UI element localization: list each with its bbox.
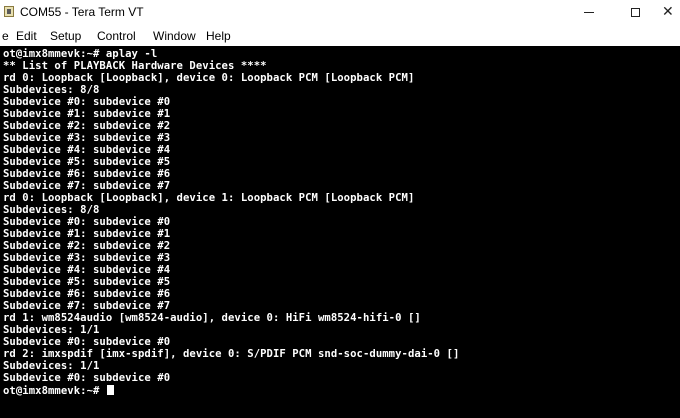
terminal-line: Subdevice #7: subdevice #7	[3, 180, 171, 192]
window-title: COM55 - Tera Term VT	[20, 5, 144, 19]
terminal-screen[interactable]: ot@imx8mmevk:~# aplay -l ** List of PLAY…	[0, 46, 680, 418]
close-button[interactable]: ✕	[657, 0, 680, 24]
terminal-line: Subdevices: 8/8	[3, 204, 100, 216]
terminal-line: Subdevice #3: subdevice #3	[3, 132, 171, 144]
terminal-line: Subdevice #7: subdevice #7	[3, 300, 171, 312]
terminal-line: Subdevice #2: subdevice #2	[3, 120, 171, 132]
terminal-line: Subdevice #6: subdevice #6	[3, 168, 171, 180]
minimize-button[interactable]	[566, 0, 612, 24]
menu-control[interactable]: Control	[97, 29, 136, 43]
menu-help[interactable]: Help	[206, 29, 231, 43]
terminal-prompt-line[interactable]: ot@imx8mmevk:~#	[3, 385, 114, 397]
close-icon: ✕	[662, 4, 674, 20]
terminal-line: Subdevice #4: subdevice #4	[3, 264, 171, 276]
terminal-line: Subdevices: 8/8	[3, 84, 100, 96]
terminal-line: Subdevice #3: subdevice #3	[3, 252, 171, 264]
terminal-line: Subdevice #5: subdevice #5	[3, 156, 171, 168]
terminal-line: Subdevice #2: subdevice #2	[3, 240, 171, 252]
terminal-line: Subdevice #6: subdevice #6	[3, 288, 171, 300]
terminal-line: Subdevice #1: subdevice #1	[3, 108, 171, 120]
minimize-icon	[584, 11, 594, 13]
menu-file[interactable]: e	[2, 29, 9, 43]
menu-setup[interactable]: Setup	[50, 29, 81, 43]
maximize-button[interactable]	[612, 0, 658, 24]
maximize-icon	[630, 7, 640, 17]
terminal-line: rd 1: wm8524audio [wm8524-audio], device…	[3, 312, 421, 324]
menu-window[interactable]: Window	[153, 29, 196, 43]
terminal-line: Subdevice #0: subdevice #0	[3, 216, 171, 228]
menu-edit[interactable]: Edit	[16, 29, 37, 43]
terminal-line: Subdevice #0: subdevice #0	[3, 96, 171, 108]
terminal-line: ** List of PLAYBACK Hardware Devices ***…	[3, 60, 267, 72]
terminal-prompt: ot@imx8mmevk:~#	[3, 385, 106, 397]
terminal-line: Subdevices: 1/1	[3, 360, 100, 372]
terminal-line: ot@imx8mmevk:~# aplay -l	[3, 48, 158, 60]
tera-term-icon[interactable]	[4, 6, 14, 17]
terminal-line: Subdevice #5: subdevice #5	[3, 276, 171, 288]
terminal-line: Subdevice #4: subdevice #4	[3, 144, 171, 156]
terminal-line: Subdevices: 1/1	[3, 324, 100, 336]
terminal-line: Subdevice #0: subdevice #0	[3, 336, 171, 348]
title-bar[interactable]: COM55 - Tera Term VT ✕	[0, 0, 680, 24]
terminal-line: Subdevice #0: subdevice #0	[3, 372, 171, 384]
terminal-line: rd 0: Loopback [Loopback], device 0: Loo…	[3, 72, 415, 84]
menu-bar: e Edit Setup Control Window Help	[0, 24, 680, 46]
tera-term-window: COM55 - Tera Term VT ✕ e Edit Setup Cont…	[0, 0, 680, 418]
terminal-cursor	[106, 385, 114, 395]
terminal-line: Subdevice #1: subdevice #1	[3, 228, 171, 240]
terminal-line: rd 2: imxspdif [imx-spdif], device 0: S/…	[3, 348, 460, 360]
terminal-line: rd 0: Loopback [Loopback], device 1: Loo…	[3, 192, 415, 204]
